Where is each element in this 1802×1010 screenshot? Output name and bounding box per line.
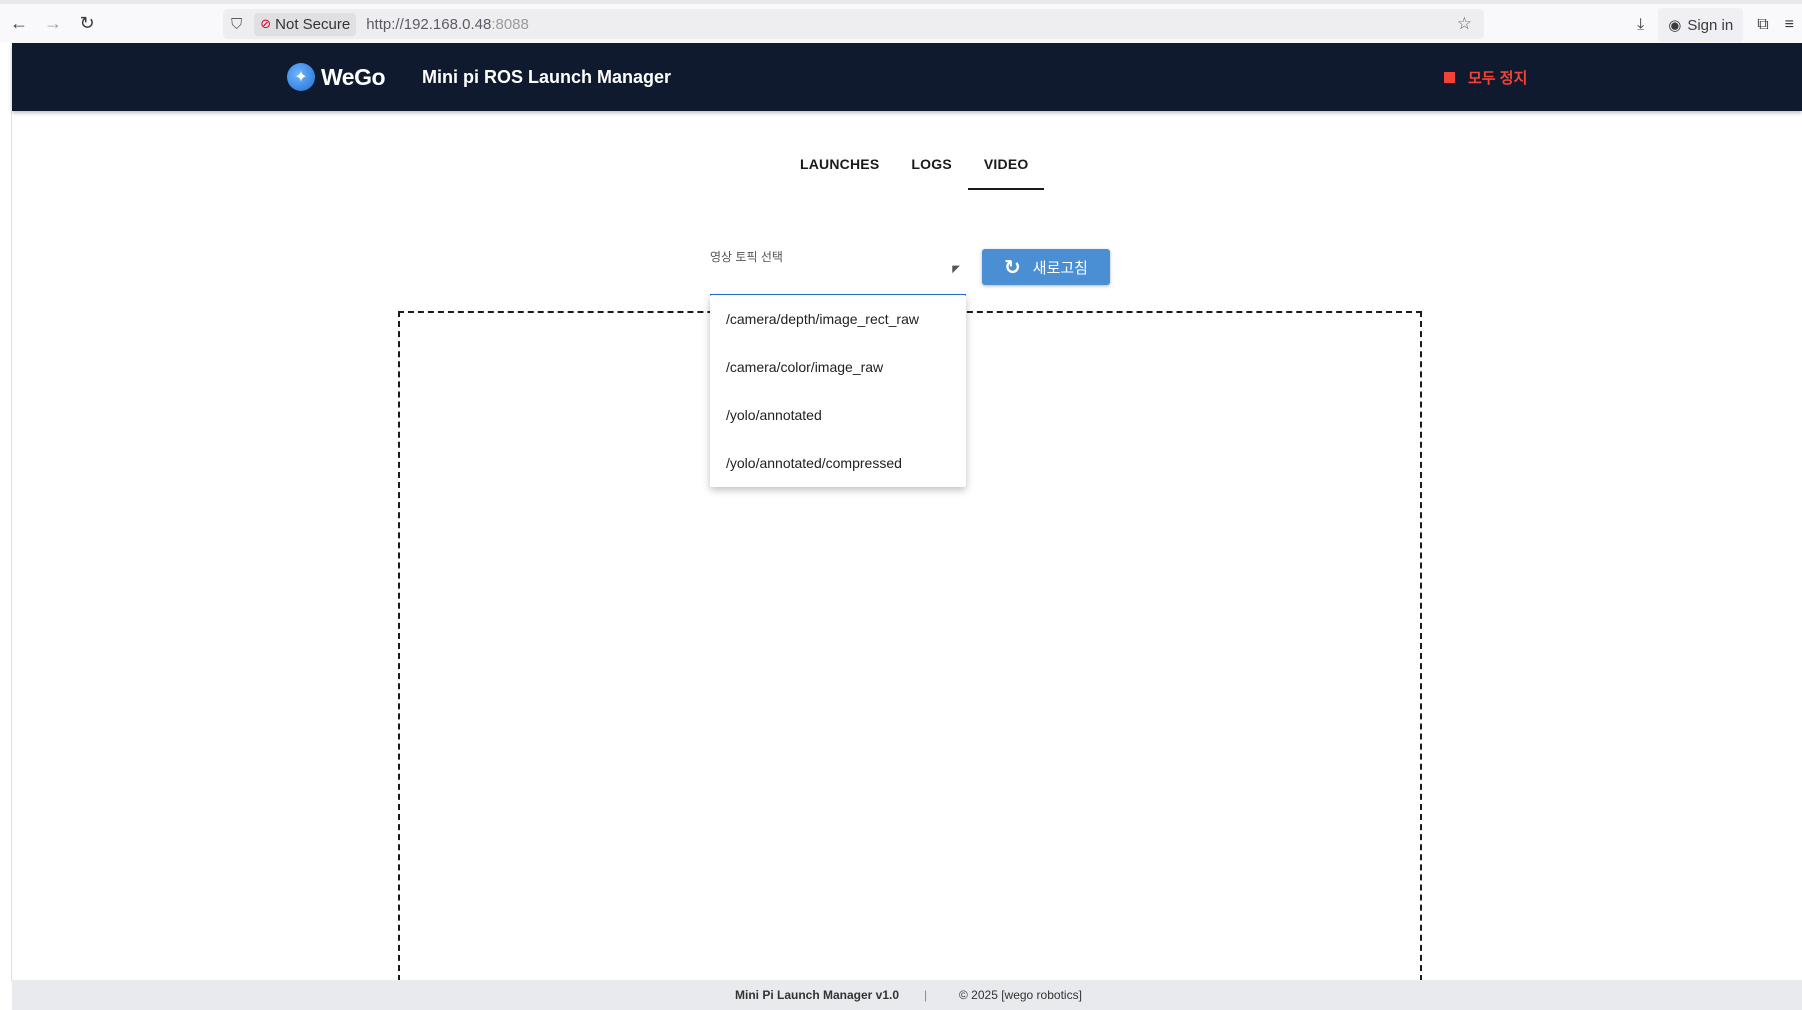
- browser-toolbar: ← → ↻ ⛉ ⊘ Not Secure http://192.168.0.48…: [0, 0, 1802, 42]
- extensions-icon[interactable]: ⧉: [1749, 8, 1776, 42]
- logo-text: WeGo: [321, 63, 386, 90]
- back-icon[interactable]: ←: [2, 6, 36, 40]
- topic-select[interactable]: 영상 토픽 선택 ◤: [710, 246, 966, 296]
- app-header: ✦ WeGo Mini pi ROS Launch Manager 모두 정지: [12, 43, 1802, 111]
- topic-select-label: 영상 토픽 선택: [710, 250, 783, 264]
- stop-icon: [1444, 71, 1455, 83]
- download-icon[interactable]: ⤓: [1629, 8, 1652, 42]
- not-secure-label: Not Secure: [275, 15, 351, 33]
- refresh-icon: ↻: [1004, 256, 1021, 279]
- tab-video[interactable]: VIDEO: [967, 148, 1045, 192]
- page-left-border: [11, 111, 12, 981]
- account-icon: ◉: [1668, 17, 1682, 34]
- footer-app-version: Mini Pi Launch Manager v1.0: [735, 988, 900, 1002]
- footer: Mini Pi Launch Manager v1.0 | © 2025 [we…: [12, 980, 1802, 1010]
- stop-all-label: 모두 정지: [1468, 69, 1528, 87]
- topic-option[interactable]: /camera/color/image_raw: [710, 343, 966, 391]
- url-host: http://192.168.0.48: [366, 15, 492, 33]
- refresh-label: 새로고침: [1032, 259, 1088, 277]
- url-bar[interactable]: ⛉ ⊘ Not Secure http://192.168.0.48:8088 …: [223, 9, 1484, 39]
- site-security-indicator[interactable]: ⊘ Not Secure: [254, 12, 357, 36]
- tab-logs[interactable]: LOGS: [895, 148, 967, 192]
- tab-bar: LAUNCHES LOGS VIDEO: [0, 148, 1802, 192]
- shield-icon[interactable]: ⛉: [231, 16, 242, 33]
- reload-icon[interactable]: ↻: [70, 6, 104, 40]
- sign-in-label: Sign in: [1687, 16, 1734, 34]
- wego-logo: ✦ WeGo: [287, 63, 386, 91]
- topic-dropdown-menu: /camera/depth/image_rect_raw /camera/col…: [710, 295, 966, 487]
- dropdown-arrow-icon[interactable]: ◤: [952, 264, 960, 275]
- globe-icon: ✦: [287, 63, 315, 91]
- stop-all-button[interactable]: 모두 정지: [1444, 67, 1527, 88]
- footer-copyright: © 2025 [wego robotics]: [959, 988, 1082, 1002]
- topic-option[interactable]: /yolo/annotated: [710, 391, 966, 439]
- topic-option[interactable]: /camera/depth/image_rect_raw: [710, 295, 966, 343]
- forward-icon[interactable]: →: [36, 6, 70, 40]
- refresh-button[interactable]: ↻ 새로고침: [982, 249, 1110, 285]
- tab-launches[interactable]: LAUNCHES: [784, 148, 895, 192]
- footer-separator: |: [924, 988, 928, 1002]
- sign-in-button[interactable]: ◉ Sign in: [1658, 8, 1744, 42]
- bookmark-star-icon[interactable]: ☆: [1457, 14, 1472, 34]
- topic-option[interactable]: /yolo/annotated/compressed: [710, 439, 966, 487]
- url-port: :8088: [491, 15, 529, 33]
- menu-icon[interactable]: ≡: [1777, 8, 1802, 42]
- insecure-lock-icon: ⊘: [260, 16, 272, 31]
- app-title: Mini pi ROS Launch Manager: [422, 66, 672, 87]
